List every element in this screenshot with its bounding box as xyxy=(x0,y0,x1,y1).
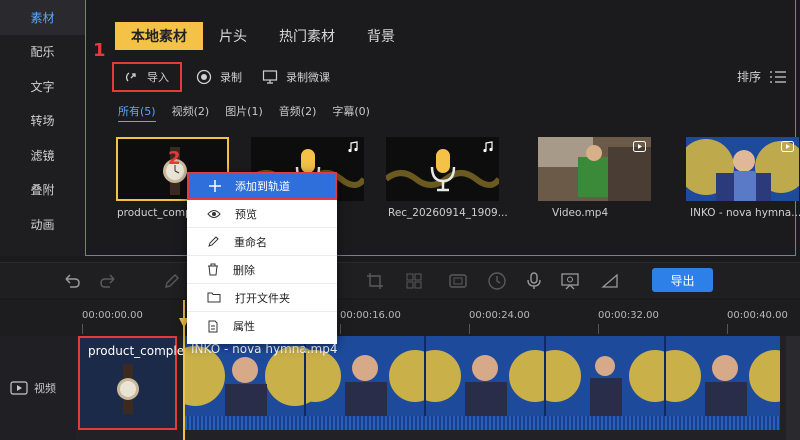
timeline-clip-image[interactable]: product_complex xyxy=(78,336,191,430)
record-course-label: 录制微课 xyxy=(286,71,330,84)
properties-icon xyxy=(208,320,218,332)
media-filters: 所有(5) 视频(2) 图片(1) 音频(2) 字幕(0) xyxy=(118,103,386,122)
annotation-number: 2 xyxy=(168,148,181,169)
media-thumb-video-1[interactable] xyxy=(538,137,651,201)
ruler-tick xyxy=(340,324,341,334)
sort-button[interactable]: 排序 xyxy=(737,68,787,85)
ruler-tick-label: 00:00:16.00 xyxy=(340,310,401,321)
mosaic-icon[interactable] xyxy=(404,271,424,291)
media-thumb-label: Video.mp4 xyxy=(552,207,609,219)
track-header: 视频 xyxy=(0,336,76,440)
timeline-ruler[interactable]: 00:00:00.00 00:00:16.00 00:00:24.00 00:0… xyxy=(0,300,800,336)
filter-video[interactable]: 视频(2) xyxy=(172,103,210,122)
audio-waveform xyxy=(185,416,780,430)
menu-item-label: 删除 xyxy=(233,263,255,277)
media-thumb-video-2[interactable] xyxy=(686,137,799,201)
annotation-number: 1 xyxy=(93,40,106,61)
menu-item-label: 添加到轨道 xyxy=(235,180,290,193)
music-note-icon xyxy=(483,141,493,153)
menu-item-delete[interactable]: 删除 xyxy=(187,256,337,284)
video-track-icon xyxy=(10,381,28,395)
ruler-tick-label: 00:00:40.00 xyxy=(727,310,788,321)
video-track: 视频 product_complex INKO - nova hymna.mp4 xyxy=(0,336,800,440)
filter-all[interactable]: 所有(5) xyxy=(118,103,156,122)
ruler-tick xyxy=(598,324,599,334)
crop-icon[interactable] xyxy=(365,271,385,291)
export-button[interactable]: 导出 xyxy=(652,268,713,292)
plus-icon xyxy=(209,180,221,192)
menu-item-properties[interactable]: 属性 xyxy=(187,312,337,340)
menu-item-open-folder[interactable]: 打开文件夹 xyxy=(187,284,337,312)
clip-name: product_complex xyxy=(88,344,192,358)
tab-background[interactable]: 背景 xyxy=(351,22,411,50)
track-label: 视频 xyxy=(34,382,56,395)
import-label: 导入 xyxy=(147,71,169,84)
tab-local-media[interactable]: 本地素材 xyxy=(115,22,203,50)
ruler-tick-label: 00:00:24.00 xyxy=(469,310,530,321)
filter-image[interactable]: 图片(1) xyxy=(225,103,263,122)
media-thumb-label: Rec_20260914_1909... xyxy=(388,207,508,219)
ruler-tick xyxy=(727,324,728,334)
video-icon xyxy=(633,141,646,152)
menu-item-label: 属性 xyxy=(233,320,255,333)
sidebar-item-media[interactable]: 素材 xyxy=(0,0,85,35)
menu-item-label: 打开文件夹 xyxy=(235,291,290,305)
sidebar-item-transition[interactable]: 转场 xyxy=(0,104,85,139)
filter-subtitle[interactable]: 字幕(0) xyxy=(332,103,370,122)
ruler-tick xyxy=(82,324,83,334)
media-thumb-audio-2[interactable] xyxy=(386,137,499,201)
media-toolbar: 导入 录制 录制微课 排序 xyxy=(112,62,787,92)
record-course-button[interactable]: 录制微课 xyxy=(262,62,330,92)
record-button[interactable]: 录制 xyxy=(196,62,242,92)
context-menu: 添加到轨道 预览 重命名 删除 打开文件夹 属性 xyxy=(187,172,337,344)
folder-icon xyxy=(207,292,221,303)
sidebar: 素材 配乐 文字 转场 滤镜 叠附 动画 xyxy=(0,0,85,256)
redo-icon[interactable] xyxy=(98,271,118,291)
media-tabs: 本地素材 片头 热门素材 背景 xyxy=(115,22,411,50)
pencil-icon xyxy=(208,236,219,247)
sort-label: 排序 xyxy=(736,70,761,84)
sidebar-item-filter[interactable]: 滤镜 xyxy=(0,138,85,173)
pen-icon[interactable] xyxy=(162,271,182,291)
record-label: 录制 xyxy=(220,71,242,84)
menu-item-rename[interactable]: 重命名 xyxy=(187,228,337,256)
import-button[interactable]: 导入 xyxy=(112,62,182,92)
ruler-tick xyxy=(469,324,470,334)
video-icon xyxy=(781,141,794,152)
microphone-icon[interactable] xyxy=(524,271,544,291)
video-editor-window: 素材 配乐 文字 转场 滤镜 叠附 动画 本地素材 片头 热门素材 背景 导入 … xyxy=(0,0,800,440)
screen-record-icon xyxy=(262,70,278,84)
microphone-icon xyxy=(430,149,455,192)
timeline-scrollbar[interactable] xyxy=(786,336,800,440)
sidebar-item-overlay[interactable]: 叠附 xyxy=(0,173,85,208)
menu-item-add-to-track[interactable]: 添加到轨道 xyxy=(187,172,337,200)
music-note-icon xyxy=(348,141,358,153)
screen-record-icon[interactable] xyxy=(560,271,580,291)
import-icon xyxy=(125,72,136,82)
sidebar-item-music[interactable]: 配乐 xyxy=(0,35,85,70)
menu-item-preview[interactable]: 预览 xyxy=(187,200,337,228)
sidebar-item-text[interactable]: 文字 xyxy=(0,69,85,104)
media-thumb-label: INKO - nova hymna... xyxy=(690,207,800,219)
clip-name: INKO - nova hymna.mp4 xyxy=(191,342,338,356)
menu-item-label: 预览 xyxy=(235,207,257,221)
frame-icon[interactable] xyxy=(448,271,468,291)
ruler-tick-label: 00:00:00.00 xyxy=(82,310,143,321)
menu-item-label: 重命名 xyxy=(234,235,267,249)
volume-icon[interactable] xyxy=(600,271,620,291)
trash-icon xyxy=(208,263,218,276)
clock-icon[interactable] xyxy=(487,271,507,291)
record-icon xyxy=(196,69,212,85)
undo-icon[interactable] xyxy=(62,271,82,291)
sidebar-item-animation[interactable]: 动画 xyxy=(0,207,85,242)
watch-image xyxy=(117,364,139,414)
ruler-tick-label: 00:00:32.00 xyxy=(598,310,659,321)
eye-icon xyxy=(207,209,221,218)
tab-intro[interactable]: 片头 xyxy=(203,22,263,50)
tab-popular[interactable]: 热门素材 xyxy=(263,22,351,50)
filter-audio[interactable]: 音频(2) xyxy=(279,103,317,122)
list-icon xyxy=(770,70,786,83)
